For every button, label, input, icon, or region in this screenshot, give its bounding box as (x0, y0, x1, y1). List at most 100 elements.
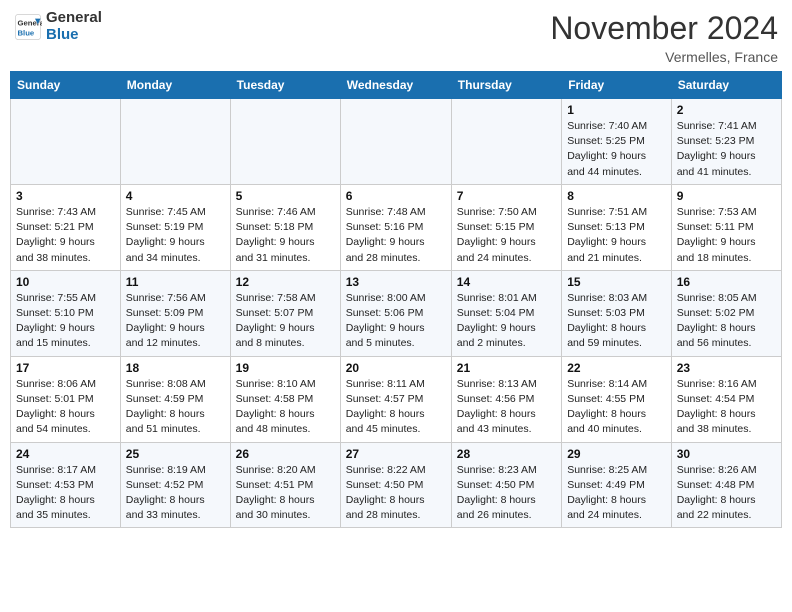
calendar-cell: 7 Sunrise: 7:50 AM Sunset: 5:15 PM Daylig… (451, 184, 561, 270)
calendar-cell (120, 99, 230, 185)
day-info: Sunrise: 8:14 AM Sunset: 4:55 PM Dayligh… (567, 377, 666, 438)
calendar-cell: 28 Sunrise: 8:23 AM Sunset: 4:50 PM Dayli… (451, 442, 561, 528)
calendar-cell: 26 Sunrise: 8:20 AM Sunset: 4:51 PM Dayli… (230, 442, 340, 528)
weekday-header-thursday: Thursday (451, 72, 561, 99)
week-row-4: 17 Sunrise: 8:06 AM Sunset: 5:01 PM Dayli… (11, 356, 782, 442)
title-block: November 2024 Vermelles, France (550, 10, 778, 65)
day-number: 5 (236, 189, 335, 203)
calendar-cell: 20 Sunrise: 8:11 AM Sunset: 4:57 PM Dayli… (340, 356, 451, 442)
calendar-cell: 18 Sunrise: 8:08 AM Sunset: 4:59 PM Dayli… (120, 356, 230, 442)
day-info: Sunrise: 7:45 AM Sunset: 5:19 PM Dayligh… (126, 205, 225, 266)
day-info: Sunrise: 8:13 AM Sunset: 4:56 PM Dayligh… (457, 377, 556, 438)
day-info: Sunrise: 8:23 AM Sunset: 4:50 PM Dayligh… (457, 463, 556, 524)
calendar-cell: 10Sunrise: 7:55 AM Sunset: 5:10 PM Dayli… (11, 270, 121, 356)
week-row-1: 1 Sunrise: 7:40 AM Sunset: 5:25 PM Daylig… (11, 99, 782, 185)
calendar-cell (230, 99, 340, 185)
day-number: 22 (567, 361, 666, 375)
day-info: Sunrise: 8:16 AM Sunset: 4:54 PM Dayligh… (677, 377, 776, 438)
weekday-header-friday: Friday (562, 72, 672, 99)
day-number: 15 (567, 275, 666, 289)
day-number: 28 (457, 447, 556, 461)
day-info: Sunrise: 7:40 AM Sunset: 5:25 PM Dayligh… (567, 119, 666, 180)
day-info: Sunrise: 7:46 AM Sunset: 5:18 PM Dayligh… (236, 205, 335, 266)
day-info: Sunrise: 8:25 AM Sunset: 4:49 PM Dayligh… (567, 463, 666, 524)
logo: General Blue General Blue (14, 10, 102, 43)
day-info: Sunrise: 8:22 AM Sunset: 4:50 PM Dayligh… (346, 463, 446, 524)
calendar-cell: 17 Sunrise: 8:06 AM Sunset: 5:01 PM Dayli… (11, 356, 121, 442)
calendar-cell (340, 99, 451, 185)
day-info: Sunrise: 7:48 AM Sunset: 5:16 PM Dayligh… (346, 205, 446, 266)
day-info: Sunrise: 8:19 AM Sunset: 4:52 PM Dayligh… (126, 463, 225, 524)
calendar-cell: 4 Sunrise: 7:45 AM Sunset: 5:19 PM Daylig… (120, 184, 230, 270)
weekday-header-monday: Monday (120, 72, 230, 99)
day-info: Sunrise: 7:56 AM Sunset: 5:09 PM Dayligh… (126, 291, 225, 352)
logo-blue: Blue (46, 26, 79, 43)
day-number: 9 (677, 189, 776, 203)
day-number: 30 (677, 447, 776, 461)
day-info: Sunrise: 7:55 AM Sunset: 5:10 PM Dayligh… (16, 291, 115, 352)
day-info: Sunrise: 7:41 AM Sunset: 5:23 PM Dayligh… (677, 119, 776, 180)
weekday-header-row: SundayMondayTuesdayWednesdayThursdayFrid… (11, 72, 782, 99)
day-number: 13 (346, 275, 446, 289)
day-number: 14 (457, 275, 556, 289)
calendar-cell: 15Sunrise: 8:03 AM Sunset: 5:03 PM Dayli… (562, 270, 672, 356)
day-info: Sunrise: 8:08 AM Sunset: 4:59 PM Dayligh… (126, 377, 225, 438)
day-number: 27 (346, 447, 446, 461)
day-number: 6 (346, 189, 446, 203)
day-info: Sunrise: 8:05 AM Sunset: 5:02 PM Dayligh… (677, 291, 776, 352)
calendar-cell: 2 Sunrise: 7:41 AM Sunset: 5:23 PM Daylig… (671, 99, 781, 185)
weekday-header-sunday: Sunday (11, 72, 121, 99)
day-info: Sunrise: 7:51 AM Sunset: 5:13 PM Dayligh… (567, 205, 666, 266)
day-number: 1 (567, 103, 666, 117)
day-number: 17 (16, 361, 115, 375)
day-number: 12 (236, 275, 335, 289)
day-number: 25 (126, 447, 225, 461)
calendar-cell: 23 Sunrise: 8:16 AM Sunset: 4:54 PM Dayli… (671, 356, 781, 442)
calendar-cell: 21Sunrise: 8:13 AM Sunset: 4:56 PM Dayli… (451, 356, 561, 442)
calendar-cell: 25 Sunrise: 8:19 AM Sunset: 4:52 PM Dayli… (120, 442, 230, 528)
day-info: Sunrise: 8:11 AM Sunset: 4:57 PM Dayligh… (346, 377, 446, 438)
day-info: Sunrise: 8:17 AM Sunset: 4:53 PM Dayligh… (16, 463, 115, 524)
month-title: November 2024 (550, 10, 778, 47)
calendar-cell: 8 Sunrise: 7:51 AM Sunset: 5:13 PM Daylig… (562, 184, 672, 270)
calendar-cell: 30Sunrise: 8:26 AM Sunset: 4:48 PM Dayli… (671, 442, 781, 528)
calendar-cell (11, 99, 121, 185)
day-number: 11 (126, 275, 225, 289)
calendar-cell: 19Sunrise: 8:10 AM Sunset: 4:58 PM Dayli… (230, 356, 340, 442)
day-number: 4 (126, 189, 225, 203)
location-label: Vermelles, France (550, 49, 778, 65)
calendar-cell: 29 Sunrise: 8:25 AM Sunset: 4:49 PM Dayli… (562, 442, 672, 528)
day-number: 8 (567, 189, 666, 203)
calendar-cell: 1 Sunrise: 7:40 AM Sunset: 5:25 PM Daylig… (562, 99, 672, 185)
day-number: 19 (236, 361, 335, 375)
calendar-cell: 13 Sunrise: 8:00 AM Sunset: 5:06 PM Dayli… (340, 270, 451, 356)
day-number: 20 (346, 361, 446, 375)
day-number: 29 (567, 447, 666, 461)
day-number: 23 (677, 361, 776, 375)
page-header: General Blue General Blue November 2024 … (10, 10, 782, 65)
week-row-2: 3 Sunrise: 7:43 AM Sunset: 5:21 PM Daylig… (11, 184, 782, 270)
calendar-cell: 11 Sunrise: 7:56 AM Sunset: 5:09 PM Dayli… (120, 270, 230, 356)
calendar-cell: 6 Sunrise: 7:48 AM Sunset: 5:16 PM Daylig… (340, 184, 451, 270)
day-number: 7 (457, 189, 556, 203)
day-number: 18 (126, 361, 225, 375)
calendar-table: SundayMondayTuesdayWednesdayThursdayFrid… (10, 71, 782, 528)
weekday-header-wednesday: Wednesday (340, 72, 451, 99)
week-row-3: 10Sunrise: 7:55 AM Sunset: 5:10 PM Dayli… (11, 270, 782, 356)
day-info: Sunrise: 8:20 AM Sunset: 4:51 PM Dayligh… (236, 463, 335, 524)
day-number: 24 (16, 447, 115, 461)
weekday-header-tuesday: Tuesday (230, 72, 340, 99)
day-info: Sunrise: 8:00 AM Sunset: 5:06 PM Dayligh… (346, 291, 446, 352)
day-number: 2 (677, 103, 776, 117)
calendar-cell: 27 Sunrise: 8:22 AM Sunset: 4:50 PM Dayli… (340, 442, 451, 528)
calendar-cell (451, 99, 561, 185)
calendar-cell: 9 Sunrise: 7:53 AM Sunset: 5:11 PM Daylig… (671, 184, 781, 270)
day-info: Sunrise: 8:06 AM Sunset: 5:01 PM Dayligh… (16, 377, 115, 438)
day-info: Sunrise: 7:50 AM Sunset: 5:15 PM Dayligh… (457, 205, 556, 266)
day-number: 26 (236, 447, 335, 461)
calendar-cell: 12Sunrise: 7:58 AM Sunset: 5:07 PM Dayli… (230, 270, 340, 356)
day-number: 3 (16, 189, 115, 203)
day-info: Sunrise: 7:43 AM Sunset: 5:21 PM Dayligh… (16, 205, 115, 266)
calendar-cell: 14Sunrise: 8:01 AM Sunset: 5:04 PM Dayli… (451, 270, 561, 356)
day-info: Sunrise: 7:53 AM Sunset: 5:11 PM Dayligh… (677, 205, 776, 266)
